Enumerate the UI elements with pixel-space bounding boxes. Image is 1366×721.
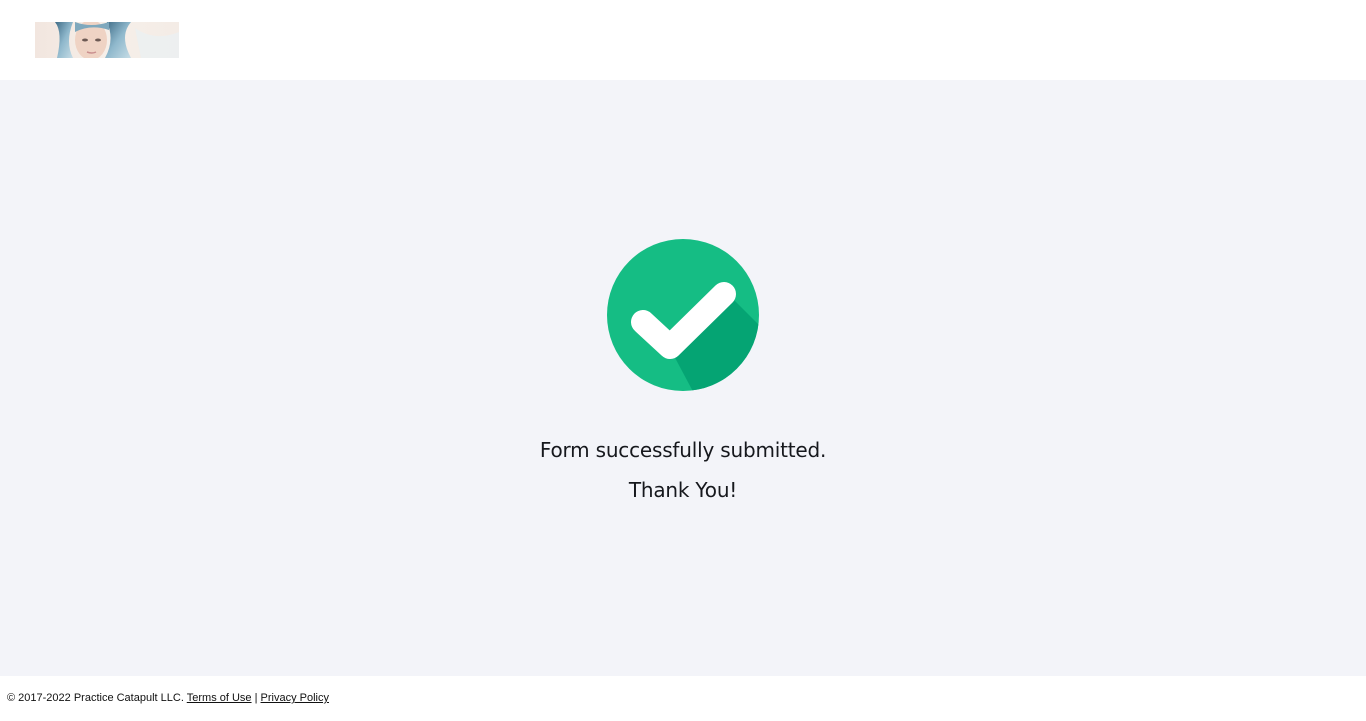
- success-message: Form successfully submitted.: [539, 438, 827, 462]
- copyright-text: © 2017-2022 Practice Catapult LLC.: [7, 692, 184, 704]
- footer-separator: |: [254, 692, 258, 704]
- privacy-policy-link[interactable]: Privacy Policy: [261, 692, 329, 704]
- check-circle-icon: [607, 239, 759, 391]
- thank-you-message: Thank You!: [628, 478, 738, 502]
- portrait-image: [35, 22, 179, 58]
- confirmation-area: Form successfully submitted. Thank You!: [0, 80, 1366, 676]
- terms-of-use-link[interactable]: Terms of Use: [187, 692, 252, 704]
- logo-image[interactable]: [35, 22, 179, 58]
- footer-text: © 2017-2022 Practice Catapult LLC. Terms…: [7, 692, 329, 704]
- page-header: [0, 0, 1366, 80]
- page-footer: © 2017-2022 Practice Catapult LLC. Terms…: [0, 676, 1366, 721]
